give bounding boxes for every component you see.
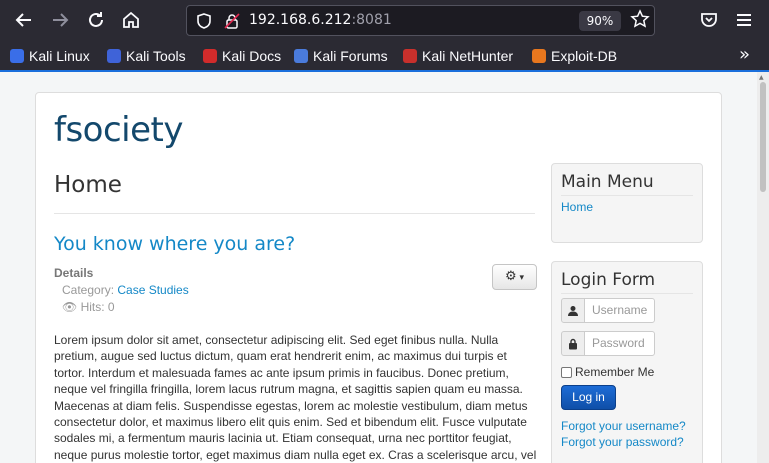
main-menu-item-home[interactable]: Home (561, 200, 593, 214)
forgot-password-link[interactable]: Forgot your password? (561, 435, 684, 449)
category-prefix: Category: (62, 283, 118, 297)
remember-me: Remember Me (561, 365, 654, 379)
bookmark-label: Kali Docs (222, 48, 282, 64)
bookmarks-toolbar: Kali Linux Kali Tools Kali Docs Kali For… (0, 40, 769, 72)
article-hits: 👁 Hits: 0 (62, 300, 115, 314)
bookmark-exploit-db[interactable]: Exploit-DB (532, 47, 617, 65)
forgot-username-link[interactable]: Forgot your username? (561, 419, 686, 433)
kali-linux-icon (10, 49, 24, 63)
category-link[interactable]: Case Studies (117, 283, 188, 297)
kali-nethunter-icon (403, 49, 417, 63)
details-label: Details (54, 266, 94, 280)
url-bar[interactable]: 192.168.6.212:8081 90% (186, 5, 655, 36)
kali-docs-icon (203, 49, 217, 63)
bookmark-kali-nethunter[interactable]: Kali NetHunter (403, 47, 513, 65)
url-port: :8081 (351, 12, 392, 28)
scroll-up-icon[interactable]: ▲ (759, 74, 764, 81)
scrollbar-thumb[interactable] (760, 82, 766, 192)
password-input[interactable]: Password (584, 331, 655, 356)
hits-label: Hits: 0 (80, 300, 115, 314)
login-button[interactable]: Log in (561, 385, 616, 410)
article-body: Lorem ipsum dolor sit amet, consectetur … (54, 333, 537, 462)
caret-down-icon: ▾ (516, 273, 525, 283)
reload-icon[interactable] (84, 8, 108, 32)
kali-tools-icon (107, 49, 121, 63)
gear-icon: ⚙ (504, 269, 517, 284)
zoom-badge[interactable]: 90% (579, 11, 621, 31)
main-menu-divider (561, 195, 693, 196)
bookmark-kali-docs[interactable]: Kali Docs (203, 47, 281, 65)
username-group: Username (561, 298, 655, 323)
remember-me-label[interactable]: Remember Me (575, 365, 654, 379)
shield-icon[interactable] (195, 12, 213, 34)
chevron-right-icon[interactable]: » (739, 44, 750, 65)
bookmark-label: Kali Linux (29, 48, 90, 64)
lock-icon (561, 331, 585, 356)
eye-icon: 👁 (62, 300, 78, 314)
password-group: Password (561, 331, 655, 356)
site-title[interactable]: fsociety (54, 110, 184, 150)
bookmark-label: Kali Forums (313, 48, 388, 64)
login-form-title: Login Form (561, 270, 656, 290)
back-icon[interactable] (12, 8, 36, 32)
user-icon (561, 298, 585, 323)
browser-navbar: 192.168.6.212:8081 90% (0, 0, 769, 40)
article-category: Category: Case Studies (62, 283, 189, 297)
bookmark-label: Kali Tools (126, 48, 186, 64)
url-host: 192.168.6.212 (249, 12, 352, 28)
url-text[interactable]: 192.168.6.212:8081 (249, 12, 392, 28)
main-menu-title: Main Menu (561, 172, 654, 192)
bookmark-kali-forums[interactable]: Kali Forums (294, 47, 388, 65)
menu-icon[interactable] (732, 8, 756, 32)
bookmark-label: Kali NetHunter (422, 48, 514, 64)
exploit-db-icon (532, 49, 546, 63)
kali-forums-icon (294, 49, 308, 63)
bookmark-kali-tools[interactable]: Kali Tools (107, 47, 186, 65)
bookmark-label: Exploit-DB (551, 48, 618, 64)
heading-divider (54, 213, 535, 214)
article-options-button[interactable]: ⚙ ▾ (492, 264, 537, 290)
login-form-divider (561, 293, 693, 294)
article-title[interactable]: You know where you are? (54, 233, 295, 255)
pocket-icon[interactable] (697, 8, 721, 32)
star-icon[interactable] (630, 9, 650, 34)
remember-me-checkbox[interactable] (561, 367, 572, 378)
lock-icon[interactable] (223, 12, 241, 34)
bookmark-kali-linux[interactable]: Kali Linux (10, 47, 90, 65)
page-heading: Home (54, 172, 122, 198)
forward-icon[interactable] (48, 8, 72, 32)
home-icon[interactable] (119, 8, 143, 32)
username-input[interactable]: Username (584, 298, 655, 323)
